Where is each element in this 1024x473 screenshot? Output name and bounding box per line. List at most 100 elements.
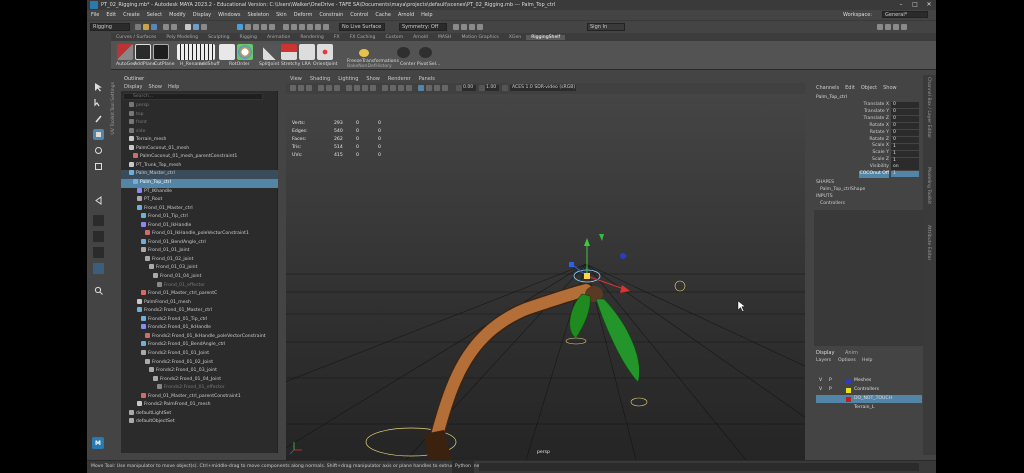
menu-select[interactable]: Select xyxy=(147,12,162,18)
live-surface-field[interactable]: No Live Surface xyxy=(339,23,385,31)
workspace-dropdown[interactable]: General* xyxy=(882,11,928,18)
channel-attribute-row[interactable]: Translate Y0 xyxy=(814,109,923,116)
outliner-menu-help[interactable]: Help xyxy=(168,83,179,91)
cutplane-icon[interactable] xyxy=(153,44,169,60)
film-gate-icon[interactable] xyxy=(326,85,332,91)
channel-attribute-row[interactable]: Scale Z1 xyxy=(814,157,923,164)
freeze-transformations-icon[interactable] xyxy=(359,49,369,57)
color-management-icon[interactable] xyxy=(502,85,508,91)
outliner-item[interactable]: PalmFrond_01_mesh xyxy=(121,298,278,308)
stretchy-icon[interactable] xyxy=(281,44,297,60)
menu-cache[interactable]: Cache xyxy=(375,12,391,18)
maximize-icon[interactable]: □ xyxy=(908,0,922,10)
layer-row[interactable]: Terrain_L xyxy=(816,404,922,412)
menu-skeleton[interactable]: Skeleton xyxy=(247,12,269,18)
viewport-menu-lighting[interactable]: Lighting xyxy=(338,76,358,82)
addplane-icon[interactable] xyxy=(135,44,151,60)
new-scene-icon[interactable] xyxy=(135,24,141,30)
menu-modify[interactable]: Modify xyxy=(169,12,186,18)
channel-box-layer-editor-tab[interactable]: Channel Box / Layer Editor xyxy=(926,77,931,138)
outliner-item[interactable]: PT_Root xyxy=(121,196,278,205)
outliner-item[interactable]: Frond_01_Master_ctrl xyxy=(121,204,278,214)
menu-create[interactable]: Create xyxy=(123,12,140,18)
textured-icon[interactable] xyxy=(362,85,368,91)
last-tool-icon[interactable] xyxy=(93,195,104,206)
channel-attribute-row[interactable]: Translate X0 xyxy=(814,102,923,109)
undo-icon[interactable] xyxy=(163,24,169,30)
layer-visibility-toggle[interactable]: V xyxy=(819,377,822,385)
modeling-toolkit-icon[interactable] xyxy=(877,24,883,30)
outliner-item[interactable]: defaultLightSet xyxy=(121,409,278,419)
layer-playback-toggle[interactable]: P xyxy=(829,386,832,394)
wireframe-icon[interactable] xyxy=(346,85,352,91)
outliner-menu-show[interactable]: Show xyxy=(148,83,162,91)
outliner-item[interactable]: Frond_01_Tip_ctrl xyxy=(121,213,278,222)
lights-icon[interactable] xyxy=(370,85,376,91)
four-view-icon[interactable] xyxy=(93,231,104,242)
outliner-item[interactable]: Fronds2:Frond_01_Tip_ctrl xyxy=(121,315,278,325)
shelf-tab-riggingshelf[interactable]: RiggingShelf xyxy=(526,34,566,40)
select-tool-icon[interactable] xyxy=(93,81,104,92)
channel-attribute-value[interactable]: 0 xyxy=(891,102,919,109)
layer-row[interactable]: V P Meshes xyxy=(816,377,922,385)
channel-attribute-row[interactable]: Scale Y1 xyxy=(814,150,923,157)
snap-point-icon[interactable] xyxy=(253,24,259,30)
menu-deform[interactable]: Deform xyxy=(294,12,313,18)
uv-toolkit-tab[interactable]: UV Toolkit xyxy=(111,112,116,135)
menu-display[interactable]: Display xyxy=(193,12,211,18)
menu-file[interactable]: File xyxy=(91,12,99,18)
camera-lock-icon[interactable] xyxy=(469,24,475,30)
sign-in-button[interactable]: Sign In xyxy=(587,23,625,31)
layer-tab-anim[interactable]: Anim xyxy=(845,350,858,356)
menuset-dropdown[interactable]: Rigging xyxy=(90,23,130,31)
scale-tool-icon[interactable] xyxy=(93,161,104,172)
resolution-gate-icon[interactable] xyxy=(334,85,340,91)
center-pivot-icon[interactable] xyxy=(397,47,410,58)
channel-attribute-value[interactable]: 1 xyxy=(891,171,919,178)
move-tool-icon[interactable] xyxy=(93,129,104,140)
select-component-icon[interactable] xyxy=(201,24,207,30)
channel-attribute-value[interactable]: 0 xyxy=(891,129,919,136)
smooth-shade-icon[interactable] xyxy=(354,85,360,91)
shelf-tab-mash[interactable]: MASH xyxy=(433,35,456,40)
outliner-item[interactable]: side xyxy=(121,127,278,137)
select-object-icon[interactable] xyxy=(193,24,199,30)
grid-toggle-icon[interactable] xyxy=(318,85,324,91)
render-frame-icon[interactable] xyxy=(299,24,305,30)
viewport-menu-show[interactable]: Show xyxy=(366,76,380,82)
channel-attribute-value[interactable]: 1 xyxy=(891,150,919,157)
isolate-icon[interactable] xyxy=(461,24,467,30)
channel-attribute-value[interactable]: 1 xyxy=(891,157,919,164)
command-line-input[interactable] xyxy=(479,463,919,471)
layer-visibility-toggle[interactable]: V xyxy=(819,386,822,394)
shadows-icon[interactable] xyxy=(382,85,388,91)
bookmark-icon[interactable] xyxy=(298,85,304,91)
outliner-item[interactable]: Fronds2:Frond_01_02_Joint xyxy=(121,358,278,368)
snap-live-icon[interactable] xyxy=(269,24,275,30)
outliner-item[interactable]: Palm_Top_ctrl xyxy=(121,178,278,188)
channel-attribute-row[interactable]: COCOnut Off 1 xyxy=(814,171,923,178)
two-view-icon[interactable] xyxy=(93,247,104,258)
outliner-item[interactable]: front xyxy=(121,119,278,128)
channel-attribute-row[interactable]: Rotate X0 xyxy=(814,123,923,130)
channel-attribute-value[interactable]: 0 xyxy=(891,109,919,116)
shape-node-name[interactable]: Palm_Top_ctrlShape xyxy=(820,187,865,192)
outliner-item[interactable]: top xyxy=(121,110,278,120)
hypershade-icon[interactable] xyxy=(323,24,329,30)
tool-settings-tab[interactable]: Tool Settings xyxy=(111,82,116,111)
layer-color-swatch[interactable] xyxy=(846,378,851,384)
snap-curve-icon[interactable] xyxy=(245,24,251,30)
open-scene-icon[interactable] xyxy=(143,24,149,30)
outliner-item[interactable]: Fronds2:Frond_01_BendAngle_ctrl xyxy=(121,341,278,350)
channel-attribute-value[interactable]: 0 xyxy=(891,123,919,130)
outliner-item[interactable]: Fronds2:Frond_01_04_Joint xyxy=(121,375,278,385)
render-settings-icon[interactable] xyxy=(315,24,321,30)
orientjoint-icon[interactable] xyxy=(317,44,333,60)
xray-view-icon[interactable] xyxy=(426,85,432,91)
shelf-tab-sculpting[interactable]: Sculpting xyxy=(203,35,234,40)
select-hierarchy-icon[interactable] xyxy=(185,24,191,30)
channel-attribute-row[interactable]: Rotate Z0 xyxy=(814,137,923,144)
redo-icon[interactable] xyxy=(171,24,177,30)
outliner-item[interactable]: Frond_01_04_joint xyxy=(121,273,278,282)
channel-box-menu-show[interactable]: Show xyxy=(883,84,897,92)
